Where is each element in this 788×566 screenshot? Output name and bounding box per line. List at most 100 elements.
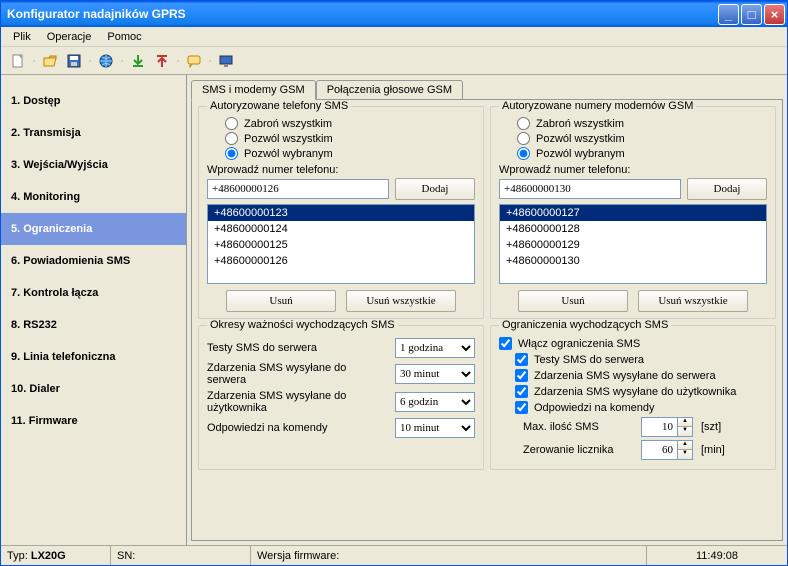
sidebar-item-io[interactable]: 3. Wejścia/Wyjścia [1,149,186,181]
cb-replies[interactable]: Odpowiedzi na komendy [515,401,767,414]
close-button[interactable]: × [764,4,785,25]
validity-select-events-srv[interactable]: 30 minut [395,364,475,384]
list-item[interactable]: +48600000123 [208,205,474,221]
enter-phone-label: Wprowadź numer telefonu: [207,164,475,176]
titlebar: Konfigurator nadajników GPRS _ □ × [1,1,787,27]
menu-file[interactable]: Plik [5,29,39,45]
enter-phone-label: Wprowadź numer telefonu: [499,164,767,176]
spin-down-icon[interactable]: ▼ [678,427,692,436]
reset-counter-label: Zerowanie licznika [523,444,633,456]
validity-select-replies[interactable]: 10 minut [395,418,475,438]
group-title: Okresy ważności wychodzących SMS [207,319,398,331]
max-sms-spinner[interactable]: ▲▼ [641,417,693,437]
sidebar-item-access[interactable]: 1. Dostęp [1,85,186,117]
max-sms-label: Max. ilość SMS [523,421,633,433]
chat-icon[interactable] [183,50,205,72]
max-sms-unit: [szt] [701,421,721,433]
sidebar-item-sms[interactable]: 6. Powiadomienia SMS [1,245,186,277]
delete-button[interactable]: Usuń [518,290,628,312]
open-icon[interactable] [39,50,61,72]
enable-limits-checkbox[interactable]: Włącz ograniczenia SMS [499,337,767,350]
phone-list[interactable]: +48600000123 +48600000124 +48600000125 +… [207,204,475,284]
group-sms-phones: Autoryzowane telefony SMS Zabroń wszystk… [198,106,484,319]
spin-down-icon[interactable]: ▼ [678,450,692,459]
separator-icon: · [87,50,93,72]
globe-icon[interactable] [95,50,117,72]
add-button[interactable]: Dodaj [395,178,475,200]
delete-button[interactable]: Usuń [226,290,336,312]
save-icon[interactable] [63,50,85,72]
type-label: Typ: [7,550,28,562]
reset-counter-unit: [min] [701,444,725,456]
radio-deny-all[interactable]: Zabroń wszystkim [225,117,475,130]
list-item[interactable]: +48600000130 [500,253,766,269]
minimize-button[interactable]: _ [718,4,739,25]
group-validity: Okresy ważności wychodzących SMS Testy S… [198,325,484,470]
max-sms-input[interactable] [641,417,677,437]
group-limits: Ograniczenia wychodzących SMS Włącz ogra… [490,325,776,470]
app-window: Konfigurator nadajników GPRS _ □ × Plik … [0,0,788,566]
tabs: SMS i modemy GSM Połączenia głosowe GSM [187,77,787,99]
group-title: Ograniczenia wychodzących SMS [499,319,671,331]
reset-counter-spinner[interactable]: ▲▼ [641,440,693,460]
validity-select-events-usr[interactable]: 6 godzin [395,392,475,412]
list-item[interactable]: +48600000128 [500,221,766,237]
download-icon[interactable] [127,50,149,72]
statusbar: Typ: LX20G SN: Wersja firmware: 11:49:08 [1,545,787,565]
menu-operations[interactable]: Operacje [39,29,100,45]
radio-deny-all[interactable]: Zabroń wszystkim [517,117,767,130]
sidebar-item-firmware[interactable]: 11. Firmware [1,405,186,437]
sidebar-item-limits[interactable]: 5. Ograniczenia [1,213,186,245]
cb-events-user[interactable]: Zdarzenia SMS wysyłane do użytkownika [515,385,767,398]
validity-label: Testy SMS do serwera [207,342,385,354]
add-button[interactable]: Dodaj [687,178,767,200]
monitor-icon[interactable] [215,50,237,72]
modem-list[interactable]: +48600000127 +48600000128 +48600000129 +… [499,204,767,284]
separator-icon: · [175,50,181,72]
sidebar-item-phone-line[interactable]: 9. Linia telefoniczna [1,341,186,373]
sidebar-item-link[interactable]: 7. Kontrola łącza [1,277,186,309]
sidebar-item-monitoring[interactable]: 4. Monitoring [1,181,186,213]
radio-allow-all[interactable]: Pozwól wszystkim [517,132,767,145]
modem-input[interactable] [499,179,681,199]
delete-all-button[interactable]: Usuń wszystkie [346,290,456,312]
radio-allow-selected[interactable]: Pozwól wybranym [517,147,767,160]
cb-events-server[interactable]: Zdarzenia SMS wysyłane do serwera [515,369,767,382]
spin-up-icon[interactable]: ▲ [678,418,692,427]
tab-voice[interactable]: Połączenia głosowe GSM [316,80,463,99]
separator-icon: · [31,50,37,72]
sidebar: 1. Dostęp 2. Transmisja 3. Wejścia/Wyjśc… [1,75,187,545]
reset-counter-input[interactable] [641,440,677,460]
tab-body: Autoryzowane telefony SMS Zabroń wszystk… [191,99,783,541]
group-title: Autoryzowane telefony SMS [207,100,351,112]
list-item[interactable]: +48600000126 [208,253,474,269]
tab-sms-modems[interactable]: SMS i modemy GSM [191,80,316,100]
cb-tests[interactable]: Testy SMS do serwera [515,353,767,366]
delete-all-button[interactable]: Usuń wszystkie [638,290,748,312]
upload-icon[interactable] [151,50,173,72]
group-title: Autoryzowane numery modemów GSM [499,100,696,112]
sidebar-item-dialer[interactable]: 10. Dialer [1,373,186,405]
fw-label: Wersja firmware: [257,550,339,562]
validity-label: Zdarzenia SMS wysyłane do użytkownika [207,390,385,414]
spin-up-icon[interactable]: ▲ [678,441,692,450]
separator-icon: · [119,50,125,72]
new-icon[interactable] [7,50,29,72]
list-item[interactable]: +48600000124 [208,221,474,237]
type-value: LX20G [31,550,66,562]
sidebar-item-transmission[interactable]: 2. Transmisja [1,117,186,149]
list-item[interactable]: +48600000125 [208,237,474,253]
sidebar-item-rs232[interactable]: 8. RS232 [1,309,186,341]
maximize-button[interactable]: □ [741,4,762,25]
list-item[interactable]: +48600000129 [500,237,766,253]
sn-label: SN: [117,550,135,562]
clock: 11:49:08 [696,550,738,562]
validity-label: Odpowiedzi na komendy [207,422,385,434]
radio-allow-all[interactable]: Pozwól wszystkim [225,132,475,145]
menubar: Plik Operacje Pomoc [1,27,787,47]
phone-input[interactable] [207,179,389,199]
list-item[interactable]: +48600000127 [500,205,766,221]
radio-allow-selected[interactable]: Pozwól wybranym [225,147,475,160]
menu-help[interactable]: Pomoc [99,29,149,45]
validity-select-tests[interactable]: 1 godzina [395,338,475,358]
